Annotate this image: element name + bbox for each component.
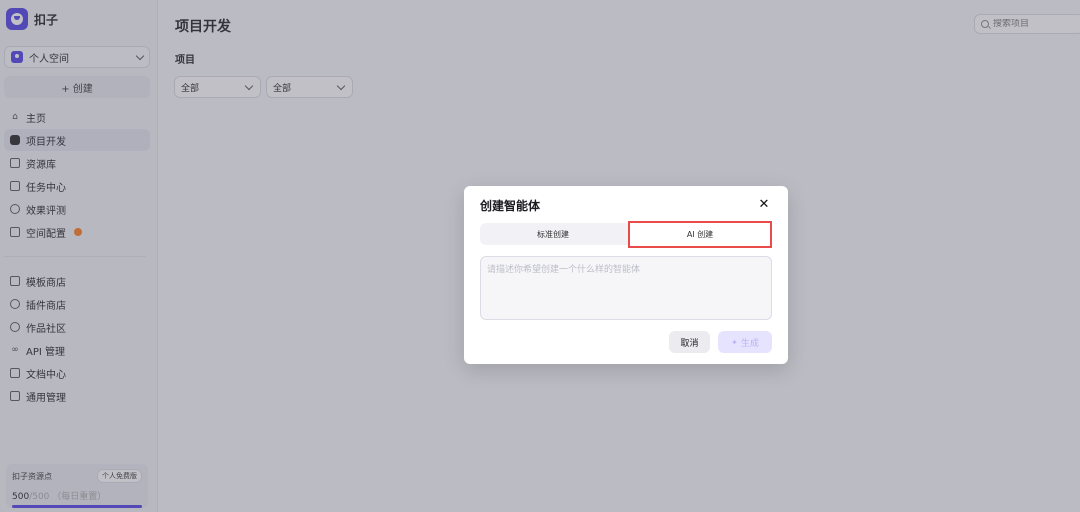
sparkle-icon: ✦ bbox=[731, 337, 738, 347]
generate-button-label: 生成 bbox=[740, 337, 759, 348]
close-icon[interactable]: ✕ bbox=[756, 196, 772, 212]
tab-ai-create[interactable]: AI 创建 bbox=[628, 221, 772, 248]
generate-button[interactable]: ✦ 生成 bbox=[718, 331, 772, 353]
tab-standard-create[interactable]: 标准创建 bbox=[480, 223, 626, 245]
agent-description-input[interactable] bbox=[480, 256, 772, 320]
cancel-button[interactable]: 取消 bbox=[669, 331, 710, 353]
dialog-title: 创建智能体 bbox=[480, 199, 541, 213]
create-agent-dialog: 创建智能体 ✕ 标准创建 AI 创建 取消 ✦ 生成 bbox=[464, 186, 788, 364]
creation-mode-tabs: 标准创建 AI 创建 bbox=[480, 221, 772, 248]
cancel-button-label: 取消 bbox=[680, 337, 699, 348]
